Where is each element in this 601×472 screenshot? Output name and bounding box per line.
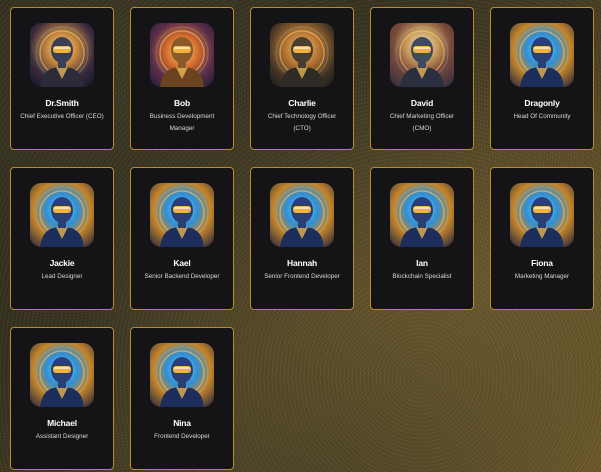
member-name: Kael <box>173 258 191 268</box>
member-avatar <box>150 183 214 247</box>
member-role: Senior Frontend Developer <box>264 273 340 280</box>
member-role: Frontend Developer <box>154 433 210 440</box>
team-member-card-dr-smith[interactable]: Dr.Smith Chief Executive Officer (CEO) <box>10 7 114 150</box>
member-avatar <box>150 23 214 87</box>
member-role: Head Of Community <box>513 113 571 120</box>
team-member-card-charlie[interactable]: Charlie Chief Technology Officer (CTO) <box>250 7 354 150</box>
team-member-card-ian[interactable]: Ian Blockchain Specialist <box>370 167 474 310</box>
member-name: Michael <box>47 418 77 428</box>
team-member-card-kael[interactable]: Kael Senior Backend Developer <box>130 167 234 310</box>
member-avatar <box>30 183 94 247</box>
member-avatar <box>390 183 454 247</box>
robot-executive-avatar-icon <box>35 26 89 87</box>
robot-blue-helmet-avatar-icon <box>275 186 329 247</box>
team-member-card-michael[interactable]: Michael Assistant Designer <box>10 327 114 470</box>
member-avatar <box>30 23 94 87</box>
member-name: David <box>410 98 434 108</box>
robot-blue-helmet-avatar-icon <box>155 346 209 407</box>
robot-jacket-avatar-icon <box>395 26 449 87</box>
team-member-card-nina[interactable]: Nina Frontend Developer <box>130 327 234 470</box>
member-role: Blockchain Specialist <box>392 273 452 280</box>
team-member-card-hannah[interactable]: Hannah Senior Frontend Developer <box>250 167 354 310</box>
member-name: Dragonly <box>524 98 560 108</box>
robot-blue-helmet-avatar-icon <box>35 346 89 407</box>
member-avatar <box>30 343 94 407</box>
member-name: Fiona <box>531 258 553 268</box>
team-member-card-dragonly[interactable]: Dragonly Head Of Community <box>490 7 594 150</box>
member-avatar <box>390 23 454 87</box>
member-name: Jackie <box>49 258 75 268</box>
member-avatar <box>270 23 334 87</box>
member-role: Chief Technology Officer (CTO) <box>267 113 337 132</box>
robot-blue-helmet-avatar-icon <box>35 186 89 247</box>
member-name: Ian <box>416 258 428 268</box>
member-avatar <box>510 183 574 247</box>
member-role: Senior Backend Developer <box>144 273 220 280</box>
robot-blue-helmet-avatar-icon <box>515 186 569 247</box>
member-role: Assistant Designer <box>35 433 89 440</box>
member-role: Chief Executive Officer (CEO) <box>20 113 104 120</box>
robot-gold-armor-avatar-icon <box>155 26 209 87</box>
team-member-card-jackie[interactable]: Jackie Lead Designer <box>10 167 114 310</box>
member-avatar <box>150 343 214 407</box>
team-member-card-fiona[interactable]: Fiona Marketing Manager <box>490 167 594 310</box>
member-role: Chief Marketing Officer (CMO) <box>389 113 455 132</box>
member-avatar <box>270 183 334 247</box>
robot-blue-helmet-avatar-icon <box>395 186 449 247</box>
robot-suit-avatar-icon <box>275 26 329 87</box>
member-name: Charlie <box>288 98 316 108</box>
team-member-card-bob[interactable]: Bob Business Development Manager <box>130 7 234 150</box>
member-name: Dr.Smith <box>45 98 79 108</box>
member-role: Business Development Manager <box>149 113 215 132</box>
member-name: Bob <box>174 98 190 108</box>
robot-blue-helmet-avatar-icon <box>515 26 569 87</box>
team-grid: Dr.Smith Chief Executive Officer (CEO) B… <box>10 7 594 470</box>
member-name: Nina <box>173 418 191 428</box>
member-avatar <box>510 23 574 87</box>
member-role: Lead Designer <box>41 273 83 280</box>
team-member-card-david[interactable]: David Chief Marketing Officer (CMO) <box>370 7 474 150</box>
robot-blue-helmet-avatar-icon <box>155 186 209 247</box>
member-name: Hannah <box>287 258 317 268</box>
member-role: Marketing Manager <box>514 273 570 280</box>
